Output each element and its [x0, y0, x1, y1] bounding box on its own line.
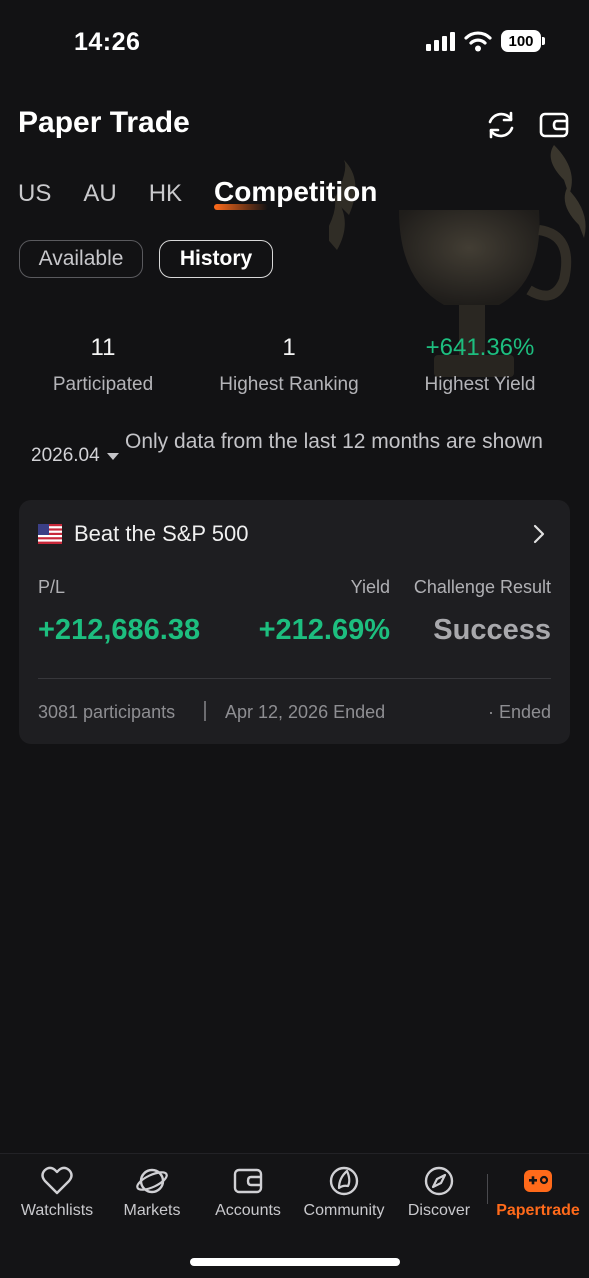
chevron-right-icon[interactable]	[532, 523, 546, 545]
nav-separator	[487, 1174, 488, 1204]
planet-icon	[136, 1168, 168, 1194]
history-filter-button[interactable]: History	[159, 240, 273, 278]
battery-level: 100	[508, 32, 534, 50]
footer-separator	[204, 701, 206, 721]
nav-markets-label: Markets	[123, 1202, 181, 1219]
nav-community[interactable]: Community	[296, 1164, 392, 1220]
home-indicator	[190, 1258, 400, 1266]
nav-watchlists[interactable]: Watchlists	[9, 1164, 105, 1220]
stat-participated-value: 11	[90, 334, 116, 361]
community-icon	[329, 1166, 359, 1196]
challenge-result-value: Success	[433, 614, 551, 646]
gamepad-icon	[524, 1170, 552, 1192]
caret-down-icon	[106, 452, 119, 460]
nav-discover-label: Discover	[407, 1202, 471, 1219]
compass-icon	[424, 1166, 454, 1196]
tab-au[interactable]: AU	[83, 180, 116, 208]
stat-highest-ranking: 1 Highest Ranking	[218, 334, 360, 396]
pl-label: P/L	[38, 577, 66, 597]
period-note: Only data from the last 12 months are sh…	[125, 430, 543, 453]
nav-watchlists-label: Watchlists	[20, 1202, 94, 1219]
challenge-result-label: Challenge Result	[413, 577, 551, 597]
tab-us[interactable]: US	[18, 180, 51, 208]
market-tabs: US AU HK Competition	[18, 176, 409, 210]
stat-highest-ranking-value: 1	[282, 334, 296, 361]
card-divider	[38, 678, 551, 679]
period-selector[interactable]: 2026.04	[31, 445, 119, 467]
nav-papertrade[interactable]: Papertrade	[490, 1164, 586, 1220]
ended-date: Apr 12, 2026 Ended	[225, 702, 386, 722]
wallet-icon[interactable]	[537, 108, 571, 142]
stat-highest-yield: +641.36% Highest Yield	[420, 334, 540, 396]
nav-accounts[interactable]: Accounts	[200, 1164, 296, 1220]
yield-value: +212.69%	[258, 614, 390, 646]
wallet-icon	[233, 1168, 263, 1194]
nav-accounts-label: Accounts	[215, 1202, 281, 1219]
stat-highest-yield-label: Highest Yield	[424, 374, 536, 395]
yield-label: Yield	[350, 577, 390, 597]
heart-icon	[41, 1166, 73, 1195]
available-filter-button[interactable]: Available	[19, 240, 143, 278]
battery-icon: 100	[501, 30, 545, 52]
stat-participated-label: Participated	[52, 374, 154, 395]
nav-papertrade-label: Papertrade	[496, 1202, 580, 1219]
nav-markets[interactable]: Markets	[104, 1164, 200, 1220]
paper-trade-screen: 14:26 100 Paper Trade US AU HK Competiti…	[0, 0, 589, 1278]
status-icons: 100	[425, 30, 545, 52]
competition-status: · Ended	[487, 702, 551, 722]
page-title: Paper Trade	[18, 106, 190, 139]
competition-title: Beat the S&P 500	[74, 521, 249, 546]
nav-community-label: Community	[303, 1202, 385, 1219]
stat-highest-yield-value: +641.36%	[425, 334, 535, 361]
refresh-icon[interactable]	[484, 108, 518, 142]
nav-discover[interactable]: Discover	[391, 1164, 487, 1220]
status-bar: 14:26 100	[0, 0, 589, 88]
stat-participated: 11 Participated	[52, 334, 154, 396]
pl-value: +212,686.38	[38, 614, 201, 646]
participants-count: 3081 participants	[38, 702, 176, 722]
us-flag-icon	[38, 524, 62, 544]
wifi-icon	[464, 31, 492, 52]
competition-card[interactable]: Beat the S&P 500 P/L Yield Challenge Res…	[19, 500, 570, 744]
status-time: 14:26	[74, 28, 141, 56]
tab-hk[interactable]: HK	[149, 180, 182, 208]
signal-icon	[426, 32, 455, 51]
stat-highest-ranking-label: Highest Ranking	[219, 374, 359, 395]
period-value: 2026.04	[31, 445, 100, 466]
tab-competition[interactable]: Competition	[214, 176, 377, 210]
